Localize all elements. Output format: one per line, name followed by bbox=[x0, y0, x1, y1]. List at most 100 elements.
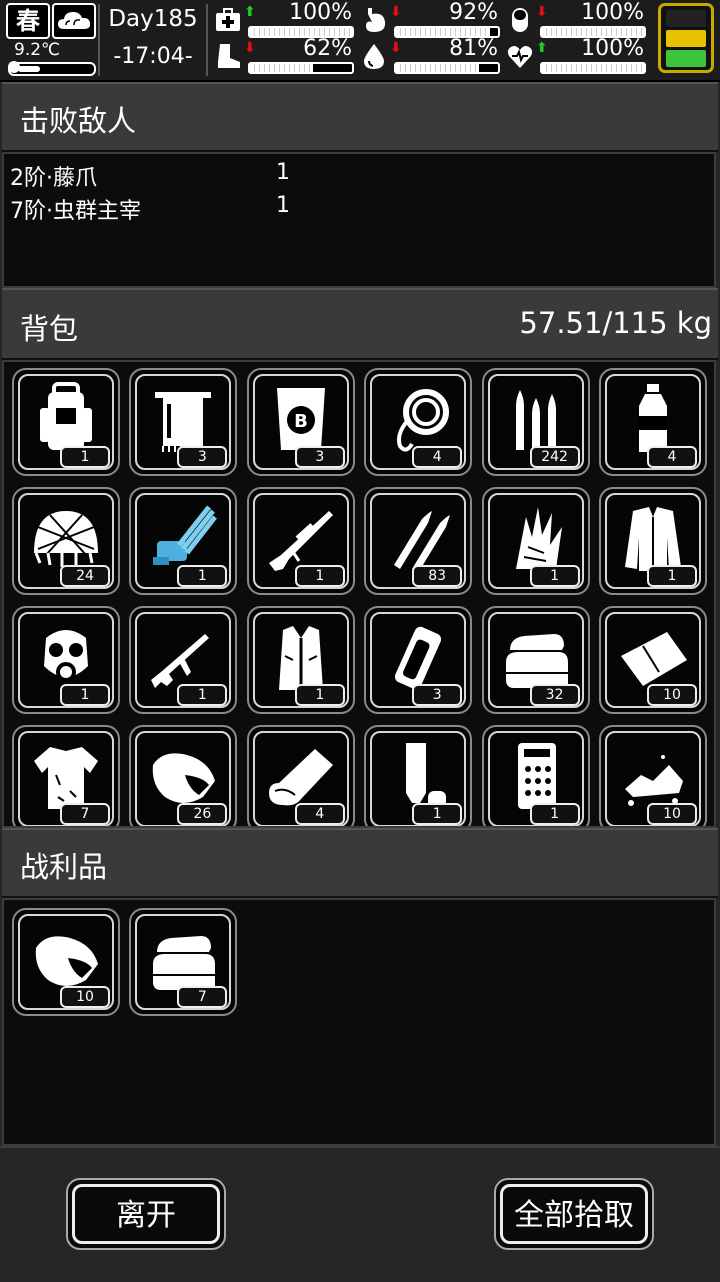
item-slot[interactable]: 7 bbox=[12, 725, 120, 826]
enemy-count: 1 bbox=[276, 160, 290, 185]
item-count: 1 bbox=[529, 803, 580, 825]
stat-food: ⬇ 92% bbox=[360, 0, 502, 38]
trend-down-icon: ⬇ bbox=[536, 4, 548, 20]
enemy-count: 1 bbox=[276, 193, 290, 218]
item-slot[interactable]: 1 bbox=[481, 725, 590, 826]
item-slot[interactable]: 26 bbox=[129, 725, 238, 826]
item-count: 24 bbox=[60, 565, 110, 587]
boot-icon bbox=[218, 44, 240, 68]
item-count: 1 bbox=[177, 565, 228, 587]
defeated-list: 2阶·藤爪 1 7阶·虫群主宰 1 bbox=[2, 152, 716, 288]
backpack-grid[interactable]: 1 3 B 3 4 242 4 24 1 1 83 1 1 1 1 1 3 32 10 7 26 4 1 1 10 bbox=[2, 360, 716, 828]
clock-time: -17:04- bbox=[113, 44, 193, 69]
item-slot[interactable]: 3 bbox=[364, 606, 473, 714]
item-slot[interactable]: 1 bbox=[12, 606, 120, 714]
item-slot[interactable]: 3 bbox=[129, 368, 238, 476]
item-slot[interactable]: 1 bbox=[12, 368, 120, 476]
item-count: 26 bbox=[177, 803, 228, 825]
drop-icon bbox=[364, 44, 384, 69]
item-slot[interactable]: 4 bbox=[599, 368, 707, 476]
cloud-icon bbox=[52, 3, 96, 39]
item-count: 1 bbox=[60, 446, 110, 468]
item-slot[interactable]: 1 bbox=[364, 725, 473, 826]
defeated-title: 击败敌人 bbox=[20, 104, 137, 138]
divider bbox=[98, 4, 100, 76]
item-count: 1 bbox=[412, 803, 463, 825]
stamina-bar bbox=[248, 62, 354, 74]
status-bar: 春 9.2℃ Day185 -17:04- ⬆ 100% ⬇ 92% ⬇ 100… bbox=[0, 0, 720, 82]
pill-icon bbox=[512, 8, 528, 32]
medkit-icon bbox=[216, 8, 240, 31]
item-count: 4 bbox=[294, 803, 345, 825]
item-count: 4 bbox=[647, 446, 697, 468]
item-slot[interactable]: 1 bbox=[481, 487, 590, 595]
enemy-name: 7阶·虫群主宰 bbox=[10, 199, 141, 224]
item-count: 3 bbox=[412, 684, 463, 706]
svg-text:B: B bbox=[294, 411, 308, 432]
trend-down-icon: ⬇ bbox=[244, 40, 256, 56]
item-slot[interactable]: 1 bbox=[129, 606, 238, 714]
stat-medicine: ⬇ 100% bbox=[506, 0, 648, 38]
loot-title: 战利品 bbox=[20, 850, 108, 884]
item-slot[interactable]: 7 bbox=[129, 908, 238, 1016]
item-count: 1 bbox=[529, 565, 580, 587]
backpack-title: 背包 bbox=[20, 312, 79, 346]
item-count: 10 bbox=[647, 803, 697, 825]
item-count: 1 bbox=[177, 684, 228, 706]
item-count: 1 bbox=[647, 565, 697, 587]
item-slot[interactable]: 10 bbox=[599, 606, 707, 714]
footer: 离开 全部拾取 bbox=[0, 1146, 720, 1282]
stomach-icon bbox=[366, 8, 386, 32]
item-slot[interactable]: 242 bbox=[481, 368, 590, 476]
backpack-header: 背包 57.51/115 kg bbox=[2, 288, 718, 360]
enemy-name: 2阶·藤爪 bbox=[10, 166, 97, 191]
item-count: 1 bbox=[294, 684, 345, 706]
trend-down-icon: ⬇ bbox=[390, 4, 402, 20]
temperature-label: 9.2℃ bbox=[14, 40, 61, 60]
divider bbox=[206, 4, 208, 76]
item-slot[interactable]: 1 bbox=[246, 606, 355, 714]
item-count: 242 bbox=[529, 446, 580, 468]
trend-up-icon: ⬆ bbox=[536, 40, 548, 56]
season-badge: 春 bbox=[6, 3, 50, 39]
item-slot[interactable]: 1 bbox=[129, 487, 238, 595]
item-count: 7 bbox=[177, 986, 228, 1008]
defeated-header: 击败敌人 bbox=[2, 82, 718, 152]
backpack-weight: 57.51/115 kg bbox=[519, 306, 712, 340]
stat-stamina: ⬇ 62% bbox=[214, 36, 356, 74]
heart-icon bbox=[507, 46, 533, 68]
item-count: 7 bbox=[60, 803, 110, 825]
item-slot[interactable]: B3 bbox=[246, 368, 355, 476]
item-count: 83 bbox=[412, 565, 463, 587]
item-slot[interactable]: 1 bbox=[246, 487, 355, 595]
stat-health: ⬆ 100% bbox=[214, 0, 356, 38]
water-bar bbox=[394, 62, 500, 74]
item-slot[interactable]: 24 bbox=[12, 487, 120, 595]
item-slot[interactable]: 1 bbox=[599, 487, 707, 595]
item-slot[interactable]: 10 bbox=[599, 725, 707, 826]
mood-bar bbox=[540, 62, 646, 74]
trend-up-icon: ⬆ bbox=[244, 4, 256, 20]
item-slot[interactable]: 4 bbox=[364, 368, 473, 476]
item-count: 4 bbox=[412, 446, 463, 468]
item-slot[interactable]: 83 bbox=[364, 487, 473, 595]
trend-down-icon: ⬇ bbox=[390, 40, 402, 56]
item-count: 1 bbox=[60, 684, 110, 706]
item-slot[interactable]: 4 bbox=[246, 725, 355, 826]
item-count: 10 bbox=[60, 986, 110, 1008]
item-slot[interactable]: 10 bbox=[12, 908, 120, 1016]
leave-button[interactable]: 离开 bbox=[66, 1178, 226, 1250]
item-slot[interactable]: 32 bbox=[481, 606, 590, 714]
item-count: 3 bbox=[177, 446, 228, 468]
item-count: 3 bbox=[294, 446, 345, 468]
battery-icon[interactable] bbox=[658, 3, 714, 73]
day-counter: Day185 bbox=[108, 6, 198, 32]
item-count: 32 bbox=[529, 684, 580, 706]
thermometer-icon bbox=[8, 61, 96, 76]
loot-header: 战利品 bbox=[2, 828, 718, 898]
item-count: 10 bbox=[647, 684, 697, 706]
loot-grid[interactable]: 10 7 bbox=[2, 898, 716, 1146]
item-count: 1 bbox=[294, 565, 345, 587]
take-all-button[interactable]: 全部拾取 bbox=[494, 1178, 654, 1250]
stat-mood: ⬆ 100% bbox=[506, 36, 648, 74]
